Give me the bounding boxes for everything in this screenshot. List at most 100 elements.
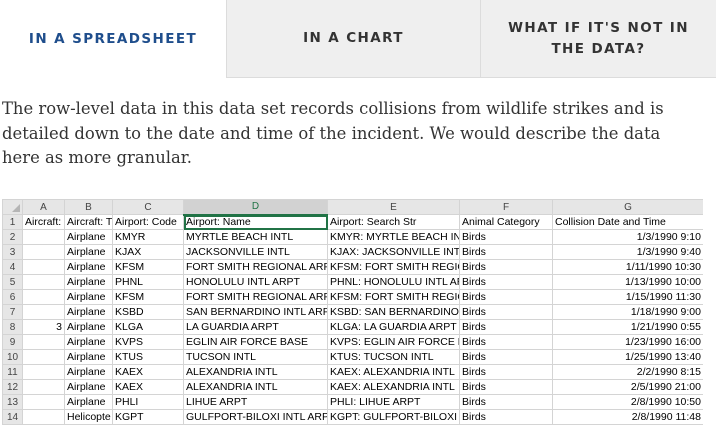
cell[interactable]: KAEX	[112, 379, 184, 395]
cell[interactable]: 1/11/1990 10:30	[552, 259, 703, 275]
cell[interactable]	[22, 334, 65, 350]
cell[interactable]: Airplane	[64, 229, 113, 245]
cell[interactable]	[22, 409, 65, 425]
cell[interactable]: 2/2/1990 8:15	[552, 364, 703, 380]
cell[interactable]: Helicopte	[64, 409, 113, 425]
cell[interactable]: 2/8/1990 11:48	[552, 409, 703, 425]
column-header-selected[interactable]: D	[183, 199, 328, 216]
cell[interactable]: KTUS	[112, 349, 184, 365]
cell[interactable]: 1/23/1990 16:00	[552, 334, 703, 350]
column-header[interactable]: C	[112, 199, 184, 215]
cell[interactable]: EGLIN AIR FORCE BASE	[183, 334, 328, 350]
cell[interactable]: FORT SMITH REGIONAL ARPT	[183, 289, 328, 305]
cell[interactable]: PHNL	[112, 274, 184, 290]
cell[interactable]: LIHUE ARPT	[183, 394, 328, 410]
column-header[interactable]: E	[327, 199, 460, 215]
cell[interactable]: 2/5/1990 21:00	[552, 379, 703, 395]
cell[interactable]: Birds	[459, 229, 553, 245]
row-number[interactable]: 10	[2, 349, 23, 365]
cell[interactable]: Airplane	[64, 274, 113, 290]
cell[interactable]	[22, 289, 65, 305]
cell[interactable]: 1/25/1990 13:40	[552, 349, 703, 365]
cell[interactable]: Aircraft:	[22, 214, 65, 230]
cell[interactable]: Airport: Search Str	[327, 214, 460, 230]
cell[interactable]: Airplane	[64, 259, 113, 275]
cell[interactable]	[22, 379, 65, 395]
cell[interactable]: PHNL: HONOLULU INTL ARPT	[327, 274, 460, 290]
cell[interactable]	[22, 349, 65, 365]
row-number[interactable]: 13	[2, 394, 23, 410]
row-number[interactable]: 7	[2, 304, 23, 320]
column-header[interactable]: A	[22, 199, 65, 215]
cell[interactable]: Birds	[459, 304, 553, 320]
row-number[interactable]: 8	[2, 319, 23, 335]
cell[interactable]: Airplane	[64, 364, 113, 380]
cell[interactable]: Airplane	[64, 379, 113, 395]
column-header[interactable]: F	[459, 199, 553, 215]
cell[interactable]: HONOLULU INTL ARPT	[183, 274, 328, 290]
cell[interactable]: FORT SMITH REGIONAL ARPT	[183, 259, 328, 275]
cell[interactable]: KGPT: GULFPORT-BILOXI INTI	[327, 409, 460, 425]
cell[interactable]	[22, 259, 65, 275]
cell[interactable]: Airport: Code	[112, 214, 184, 230]
cell[interactable]: Birds	[459, 244, 553, 260]
cell[interactable]: Airplane	[64, 334, 113, 350]
cell[interactable]: KVPS	[112, 334, 184, 350]
cell-active[interactable]: Airport: Name	[183, 214, 328, 230]
cell[interactable]: KTUS: TUCSON INTL	[327, 349, 460, 365]
column-header[interactable]: B	[64, 199, 113, 215]
cell[interactable]: Birds	[459, 289, 553, 305]
cell[interactable]	[22, 304, 65, 320]
cell[interactable]: MYRTLE BEACH INTL	[183, 229, 328, 245]
row-number[interactable]: 6	[2, 289, 23, 305]
cell[interactable]: 1/21/1990 0:55	[552, 319, 703, 335]
cell[interactable]: ALEXANDRIA INTL	[183, 364, 328, 380]
cell[interactable]: KFSM: FORT SMITH REGIONA	[327, 259, 460, 275]
cell[interactable]: ALEXANDRIA INTL	[183, 379, 328, 395]
cell[interactable]: KLGA: LA GUARDIA ARPT	[327, 319, 460, 335]
cell[interactable]	[22, 229, 65, 245]
row-number[interactable]: 11	[2, 364, 23, 380]
cell[interactable]: Birds	[459, 349, 553, 365]
cell[interactable]: Airplane	[64, 319, 113, 335]
cell[interactable]: KLGA	[112, 319, 184, 335]
tab-not-in-the-data[interactable]: WHAT IF IT'S NOT IN THE DATA?	[480, 0, 716, 78]
cell[interactable]: Collision Date and Time	[552, 214, 703, 230]
cell[interactable]: Aircraft: T	[64, 214, 113, 230]
cell[interactable]: KAEX	[112, 364, 184, 380]
cell[interactable]: Birds	[459, 409, 553, 425]
cell[interactable]: KJAX	[112, 244, 184, 260]
cell[interactable]: KSBD	[112, 304, 184, 320]
cell[interactable]: KMYR	[112, 229, 184, 245]
cell[interactable]: Airplane	[64, 289, 113, 305]
cell[interactable]: KFSM	[112, 259, 184, 275]
tab-in-a-chart[interactable]: IN A CHART	[226, 0, 480, 78]
cell[interactable]: KFSM: FORT SMITH REGIONA	[327, 289, 460, 305]
cell[interactable]: KFSM	[112, 289, 184, 305]
cell[interactable]: KAEX: ALEXANDRIA INTL	[327, 364, 460, 380]
cell[interactable]: Birds	[459, 274, 553, 290]
cell[interactable]: GULFPORT-BILOXI INTL ARPT	[183, 409, 328, 425]
cell[interactable]: Animal Category	[459, 214, 553, 230]
cell[interactable]: 1/18/1990 9:00	[552, 304, 703, 320]
row-number[interactable]: 4	[2, 259, 23, 275]
row-number[interactable]: 3	[2, 244, 23, 260]
cell[interactable]: PHLI	[112, 394, 184, 410]
row-number[interactable]: 2	[2, 229, 23, 245]
select-all-corner[interactable]	[2, 199, 23, 215]
cell[interactable]: Airplane	[64, 304, 113, 320]
cell[interactable]: 2/8/1990 10:50	[552, 394, 703, 410]
row-number[interactable]: 5	[2, 274, 23, 290]
cell[interactable]: KJAX: JACKSONVILLE INTL	[327, 244, 460, 260]
row-number[interactable]: 12	[2, 379, 23, 395]
cell[interactable]	[22, 274, 65, 290]
cell[interactable]: Birds	[459, 394, 553, 410]
row-number[interactable]: 9	[2, 334, 23, 350]
cell[interactable]: 1/13/1990 10:00	[552, 274, 703, 290]
cell[interactable]: Airplane	[64, 244, 113, 260]
cell[interactable]: LA GUARDIA ARPT	[183, 319, 328, 335]
cell[interactable]: Birds	[459, 259, 553, 275]
cell[interactable]	[22, 364, 65, 380]
cell[interactable]: Birds	[459, 334, 553, 350]
cell[interactable]: Birds	[459, 364, 553, 380]
